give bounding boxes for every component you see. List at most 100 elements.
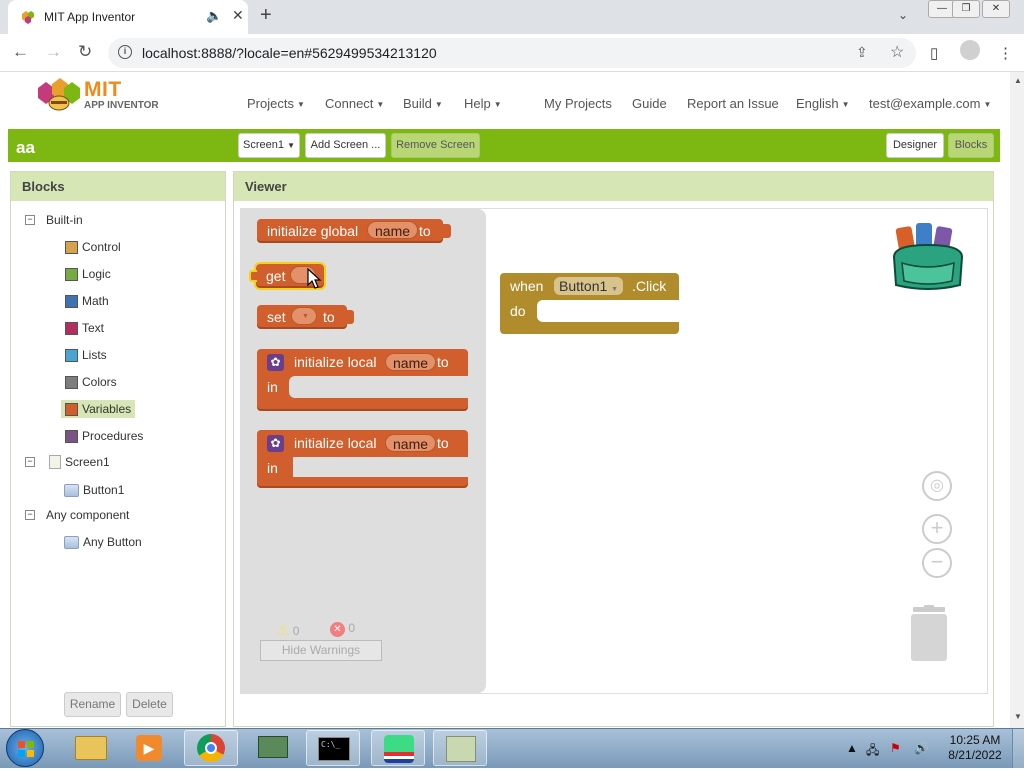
blocks-button[interactable]: Blocks: [948, 133, 994, 158]
taskbar-android[interactable]: [371, 730, 425, 766]
zoom-out-icon[interactable]: −: [922, 548, 952, 578]
error-indicator[interactable]: ✕ 0: [330, 621, 355, 637]
builtin-lists[interactable]: Lists: [65, 348, 107, 362]
network-icon[interactable]: 🖧: [866, 741, 879, 762]
warning-count: 0: [292, 624, 300, 638]
backpack-icon[interactable]: [888, 219, 968, 293]
new-tab-button[interactable]: +: [260, 4, 272, 27]
profile-avatar-icon[interactable]: [960, 40, 980, 60]
close-window-icon[interactable]: ✕: [982, 0, 1010, 18]
mit-app-inventor-logo[interactable]: MIT APP INVENTOR: [34, 76, 164, 116]
taskbar-emulator[interactable]: [433, 730, 487, 766]
designer-button[interactable]: Designer: [886, 133, 944, 158]
taskbar-explorer[interactable]: [64, 730, 118, 766]
collapse-screen1-icon[interactable]: −: [25, 457, 35, 467]
delete-button[interactable]: Delete: [126, 692, 173, 717]
logo-bee-icon: [38, 78, 80, 111]
component-dropdown[interactable]: Button1 ▼: [554, 277, 624, 295]
side-panel-icon[interactable]: ▯: [930, 44, 938, 62]
browser-tab[interactable]: MIT App Inventor 🔈 ✕: [8, 0, 248, 34]
tree-any-button[interactable]: Any Button: [64, 535, 142, 549]
link-my-projects[interactable]: My Projects: [544, 96, 612, 111]
warning-indicator[interactable]: ⚠ 0: [276, 621, 299, 639]
show-desktop-button[interactable]: [1012, 729, 1024, 768]
value-slot: [293, 457, 468, 477]
taskbar-clock[interactable]: 10:25 AM 8/21/2022: [940, 733, 1010, 763]
bookmark-star-icon[interactable]: ☆: [890, 42, 904, 62]
menu-help[interactable]: Help ▼: [464, 96, 502, 111]
add-screen-button[interactable]: Add Screen ...: [305, 133, 386, 158]
local-name-field[interactable]: name: [385, 353, 437, 371]
block-label: in: [267, 379, 278, 395]
collapse-builtin-icon[interactable]: −: [25, 215, 35, 225]
block-label: when: [510, 278, 544, 294]
mouse-cursor-icon: [307, 268, 322, 289]
initialize-local-block[interactable]: ✿ initialize local name to in: [257, 430, 468, 488]
tab-mute-icon[interactable]: 🔈: [206, 8, 222, 24]
initialize-local-block[interactable]: ✿ initialize local name to in: [257, 349, 468, 411]
menu-projects[interactable]: Projects ▼: [247, 96, 305, 111]
screen-select[interactable]: Screen1 ▼: [238, 133, 300, 158]
browser-menu-icon[interactable]: ⋮: [998, 44, 1013, 62]
back-icon[interactable]: ←: [12, 42, 29, 62]
link-report-issue[interactable]: Report an Issue: [687, 96, 779, 111]
url-bar[interactable]: i localhost:8888/?locale=en#562949953421…: [108, 38, 916, 68]
taskbar-chrome[interactable]: [184, 730, 238, 766]
menu-build[interactable]: Build ▼: [403, 96, 443, 111]
button1-click-event-block[interactable]: when Button1 ▼ .Click do: [500, 273, 679, 334]
volume-icon[interactable]: 🔊: [914, 741, 929, 755]
tree-button1[interactable]: Button1: [64, 483, 124, 497]
remove-screen-button[interactable]: Remove Screen: [391, 133, 480, 158]
tab-search-chevron-icon[interactable]: ⌄: [898, 8, 908, 22]
account-menu[interactable]: test@example.com ▼: [869, 96, 991, 111]
scroll-up-icon[interactable]: ▲: [1014, 76, 1022, 85]
link-guide[interactable]: Guide: [632, 96, 667, 111]
url-text[interactable]: localhost:8888/?locale=en#56294995342131…: [142, 45, 437, 61]
start-button[interactable]: [6, 729, 44, 767]
set-variable-dropdown[interactable]: ▼: [291, 307, 317, 325]
reload-icon[interactable]: ↻: [78, 42, 92, 62]
tray-expand-icon[interactable]: ▲: [846, 741, 858, 755]
rename-button[interactable]: Rename: [64, 692, 121, 717]
project-name: aa: [16, 138, 35, 157]
math-swatch-icon: [65, 294, 78, 308]
local-name-field[interactable]: name: [385, 434, 437, 452]
taskbar-media-player[interactable]: ▶: [122, 730, 176, 766]
mutator-gear-icon[interactable]: ✿: [267, 354, 284, 371]
trash-icon[interactable]: [909, 605, 949, 661]
app-inventor-favicon-icon: [22, 11, 34, 24]
mutator-gear-icon[interactable]: ✿: [267, 435, 284, 452]
share-icon[interactable]: ⇪: [856, 44, 868, 61]
menu-connect[interactable]: Connect ▼: [325, 96, 384, 111]
tree-builtin[interactable]: Built-in: [46, 213, 83, 227]
scroll-down-icon[interactable]: ▼: [1014, 712, 1022, 721]
builtin-control[interactable]: Control: [65, 240, 121, 254]
recenter-icon[interactable]: ◎: [922, 471, 952, 501]
chrome-icon: [197, 734, 225, 762]
restore-icon[interactable]: ❐: [952, 0, 980, 18]
hide-warnings-button[interactable]: Hide Warnings: [260, 640, 382, 661]
site-info-icon[interactable]: i: [118, 45, 132, 59]
action-center-icon[interactable]: ⚑: [890, 741, 901, 755]
variable-name-field[interactable]: name: [367, 221, 419, 239]
set-block[interactable]: set ▼ to: [257, 305, 347, 329]
block-label: to: [437, 435, 449, 451]
builtin-variables[interactable]: Variables: [61, 400, 136, 418]
builtin-text[interactable]: Text: [65, 321, 104, 335]
forward-icon[interactable]: →: [45, 42, 62, 62]
collapse-any-component-icon[interactable]: −: [25, 510, 35, 520]
builtin-colors[interactable]: Colors: [65, 375, 117, 389]
builtin-logic[interactable]: Logic: [65, 267, 111, 281]
taskbar-device-manager[interactable]: [246, 730, 300, 766]
builtin-math[interactable]: Math: [65, 294, 109, 308]
blocks-panel-title: Blocks: [11, 172, 225, 201]
language-menu[interactable]: English ▼: [796, 96, 850, 111]
tab-close-icon[interactable]: ✕: [232, 7, 244, 24]
page-scrollbar[interactable]: ▲ ▼: [1010, 72, 1024, 728]
builtin-procedures[interactable]: Procedures: [65, 429, 143, 443]
tree-any-component[interactable]: Any component: [46, 508, 129, 522]
zoom-in-icon[interactable]: +: [922, 514, 952, 544]
tree-screen1[interactable]: Screen1: [49, 455, 110, 469]
initialize-global-block[interactable]: initialize global name to: [257, 219, 443, 243]
taskbar-command-prompt[interactable]: C:\_: [306, 730, 360, 766]
